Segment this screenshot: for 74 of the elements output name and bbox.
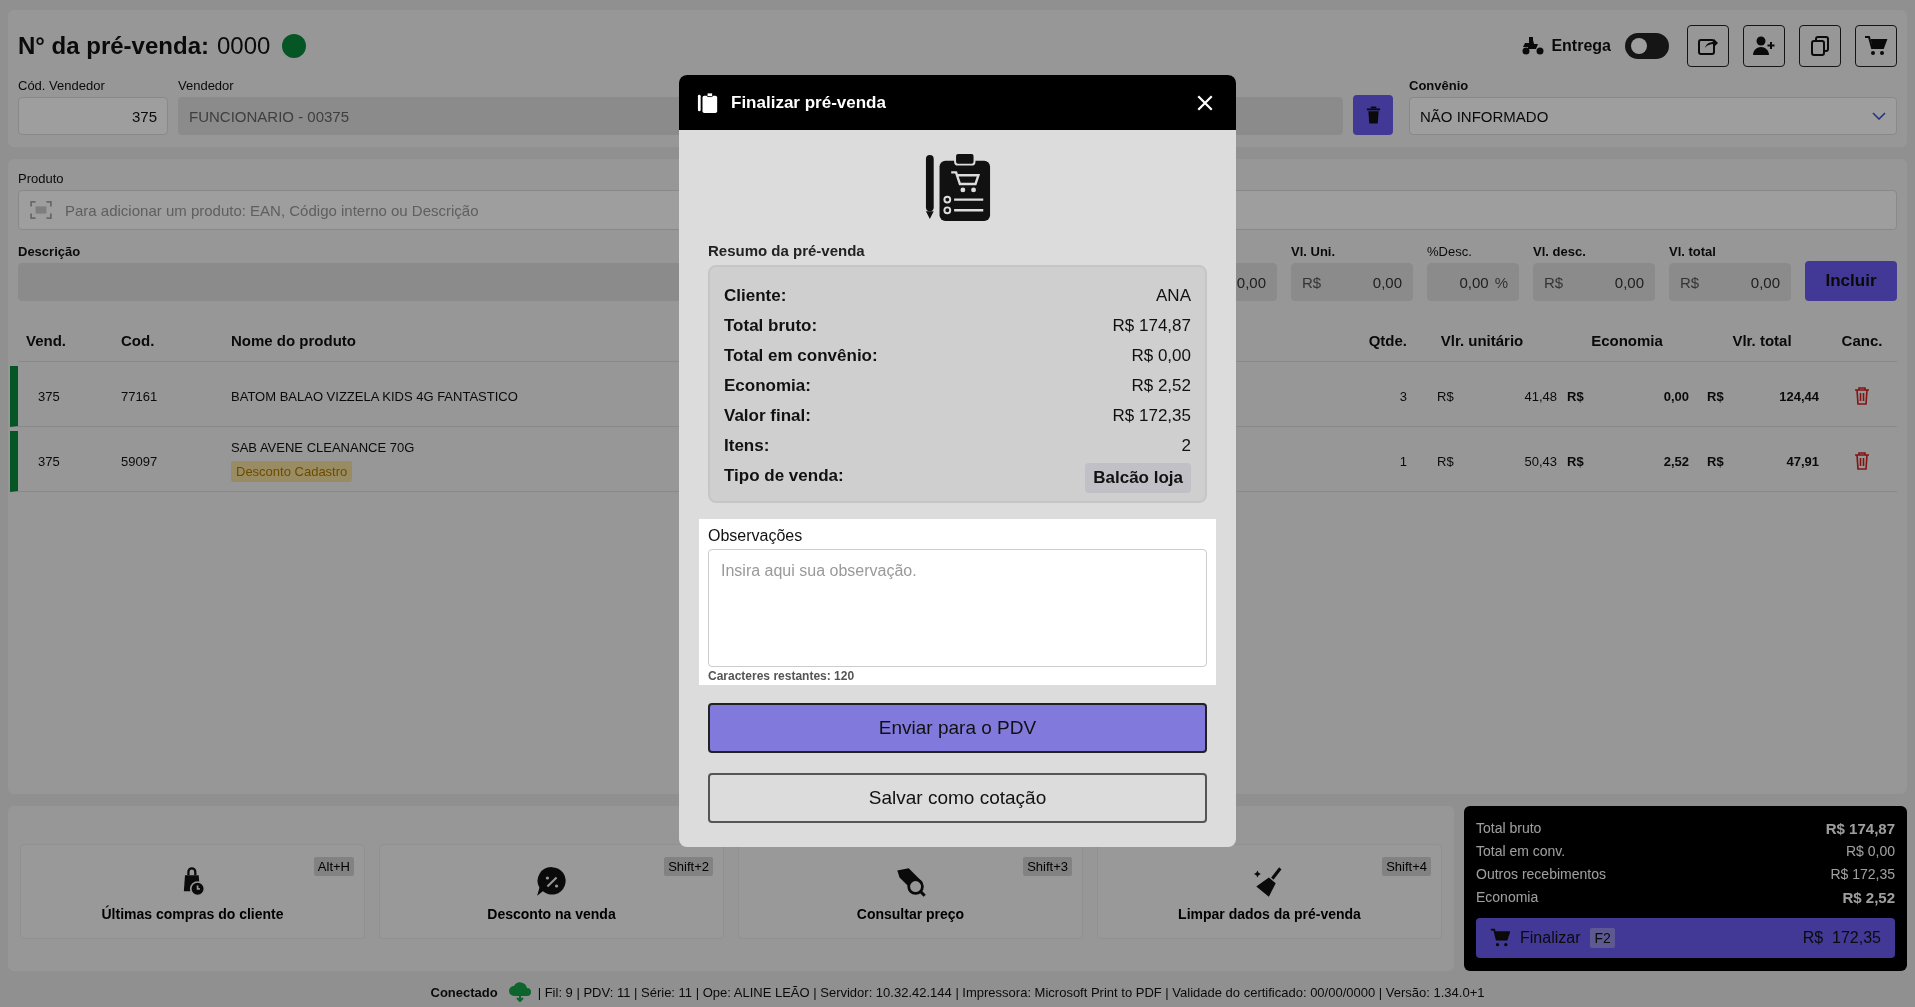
field-label: Convênio — [1409, 78, 1469, 93]
column-header: Nome do produto — [231, 331, 356, 349]
column-header: Vlr. unitário — [1440, 331, 1524, 349]
summary-label: Economia: — [724, 376, 811, 396]
field-label: Vendedor — [178, 78, 234, 93]
status-details: | Fil: 9 | PDV: 11 | Série: 11 | Ope: ALINE LEÃO | Servidor: 10.32.42.144 | Impressora: Microsoft Print to PDF | Validade do certificado: 00/00/0000 | Versão: 1.34.0+1 — [537, 984, 1485, 1000]
table-cell: SAB AVENE CLEANANCE 70G — [231, 440, 415, 455]
currency-label: R$ — [1437, 388, 1454, 404]
total-label: Total em conv. — [1476, 843, 1566, 861]
currency-label: R$ — [1567, 388, 1584, 404]
total-value: R$ 174,87 — [1825, 820, 1895, 839]
column-header: Qtde. — [1368, 331, 1407, 349]
table-cell-text: 77161 — [121, 388, 159, 404]
table-cell-text: 3 — [1398, 388, 1407, 404]
shortcut-badge: Alt+H — [313, 857, 354, 876]
table-cell: 47,91 — [1786, 453, 1819, 469]
delivery-label: Entrega — [1551, 37, 1611, 55]
summary-value: R$ 172,35 — [1112, 406, 1191, 426]
table-cell-text: 375 — [37, 388, 61, 404]
table-cell: 2,52 — [1663, 453, 1689, 469]
summary-label: Total bruto: — [724, 316, 818, 336]
column-header: Vend. — [26, 331, 66, 349]
column-header: Cod. — [121, 331, 155, 349]
currency-label: R$ — [1567, 453, 1584, 469]
table-cell: 41,48 — [1524, 388, 1557, 404]
summary-label: Tipo de venda: — [724, 466, 844, 486]
summary-label: Cliente: — [724, 286, 787, 306]
table-cell-text: 59097 — [121, 453, 159, 469]
summary-value: 2 — [1181, 436, 1191, 456]
shortcut-badge: Shift+4 — [1382, 857, 1431, 876]
remaining-characters: Caracteres restantes: 120 — [708, 669, 856, 683]
notes-label: Observações — [708, 527, 804, 545]
currency-label: R$ — [1707, 388, 1724, 404]
total-label: Economia — [1476, 889, 1539, 907]
table-cell-text: 375 — [37, 453, 61, 469]
connection-label: Conectado — [430, 984, 498, 1000]
shortcut-badge: Shift+2 — [664, 857, 713, 876]
field-label: %Desc. — [1427, 244, 1472, 259]
summary-value: R$ 174,87 — [1112, 316, 1191, 336]
field-label: Vl. total — [1669, 244, 1716, 259]
table-cell: BATOM BALAO VIZZELA KIDS 4G FANTASTICO — [231, 388, 518, 404]
field-label: Vl. Uni. — [1291, 244, 1336, 259]
summary-value: R$ 0,00 — [1131, 346, 1191, 366]
sale-type-chip: Balcão loja — [1085, 463, 1191, 493]
shortcut-badge: Shift+3 — [1023, 857, 1072, 876]
currency-label: R$ — [1707, 453, 1724, 469]
column-header: Canc. — [1841, 331, 1883, 349]
summary-label: Total em convênio: — [724, 346, 878, 366]
summary-title: Resumo da pré-venda — [708, 242, 866, 259]
column-header: Economia — [1591, 331, 1663, 349]
total-value: R$ 0,00 — [1845, 843, 1895, 861]
table-cell: 50,43 — [1524, 453, 1557, 469]
dialog-title: Finalizar pré-venda — [731, 92, 887, 113]
table-cell: 0,00 — [1663, 388, 1689, 404]
table-cell-text: 1 — [1398, 453, 1407, 469]
field-label: Descrição — [18, 244, 81, 259]
table-cell: 124,44 — [1779, 388, 1819, 404]
total-label: Outros recebimentos — [1476, 866, 1606, 884]
summary-label: Valor final: — [724, 406, 811, 426]
field-label: Cód. Vendedor — [18, 78, 105, 93]
summary-value: R$ 2,52 — [1131, 376, 1191, 396]
total-value: R$ 172,35 — [1830, 866, 1895, 884]
summary-label: Itens: — [724, 436, 770, 456]
total-label: Total bruto — [1476, 820, 1542, 838]
discount-tag: Desconto Cadastro — [231, 461, 353, 482]
currency-label: R$ — [1437, 453, 1454, 469]
field-label: Vl. desc. — [1533, 244, 1586, 259]
shortcut-badge: F2 — [1590, 928, 1615, 948]
presale-number: 0000 — [216, 32, 271, 60]
summary-value: ANA — [1156, 286, 1191, 306]
presale-title: N° da pré-venda: — [18, 32, 209, 60]
field-label: Produto — [18, 171, 64, 186]
total-value: R$ 2,52 — [1842, 889, 1895, 908]
column-header: Vlr. total — [1732, 331, 1792, 349]
